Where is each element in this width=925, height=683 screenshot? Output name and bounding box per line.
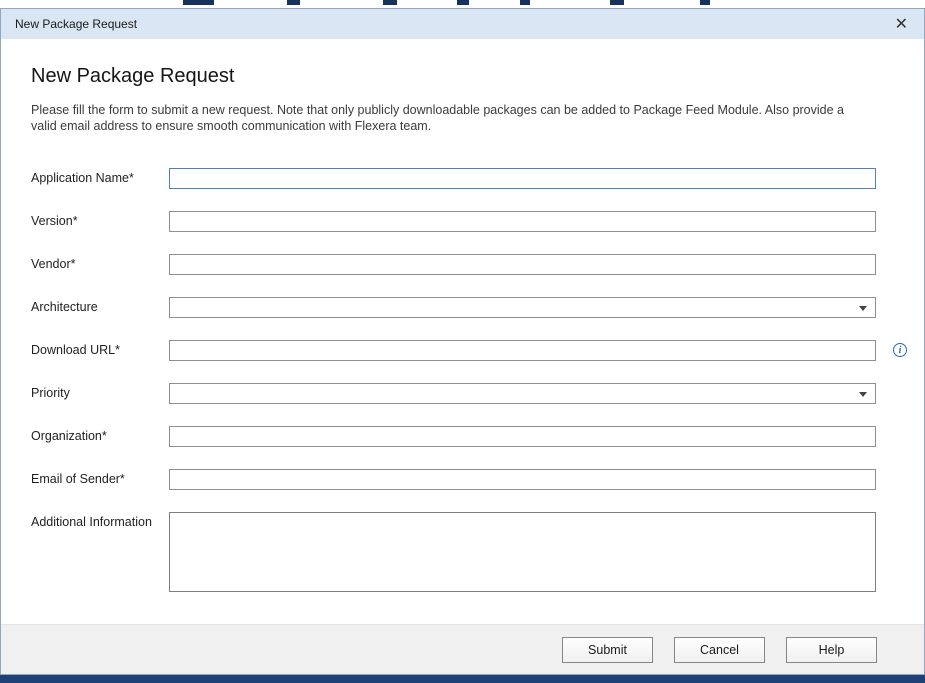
form-row-organization: Organization* <box>31 426 876 447</box>
email-of-sender-input[interactable] <box>169 469 876 490</box>
version-label: Version* <box>31 211 169 232</box>
email-of-sender-label: Email of Sender* <box>31 469 169 490</box>
close-icon[interactable]: ✕ <box>889 14 914 34</box>
button-bar: Submit Cancel Help <box>1 624 924 674</box>
form-row-version: Version* <box>31 211 876 232</box>
download-url-label: Download URL* <box>31 340 169 361</box>
submit-button[interactable]: Submit <box>562 637 653 663</box>
titlebar[interactable]: New Package Request ✕ <box>1 9 924 39</box>
cancel-button[interactable]: Cancel <box>674 637 765 663</box>
background-artifact <box>383 0 397 5</box>
dialog-body: New Package Request Please fill the form… <box>1 39 924 624</box>
priority-label: Priority <box>31 383 169 404</box>
form-row-additional-information: Additional Information <box>31 512 876 592</box>
form-row-email-of-sender: Email of Sender* <box>31 469 876 490</box>
application-name-input[interactable] <box>169 168 876 189</box>
form-row-download-url: Download URL* i <box>31 340 876 361</box>
page-title: New Package Request <box>31 65 876 88</box>
additional-information-label: Additional Information <box>31 512 169 592</box>
architecture-label: Architecture <box>31 297 169 318</box>
form-description: Please fill the form to submit a new req… <box>31 102 873 134</box>
form-row-architecture: Architecture <box>31 297 876 318</box>
info-icon[interactable]: i <box>893 343 907 357</box>
background-artifact <box>183 0 214 5</box>
background-artifact <box>287 0 300 5</box>
chevron-down-icon <box>859 392 867 397</box>
window-title: New Package Request <box>15 17 137 31</box>
organization-input[interactable] <box>169 426 876 447</box>
organization-label: Organization* <box>31 426 169 447</box>
application-name-label: Application Name* <box>31 168 169 189</box>
additional-information-textarea[interactable] <box>169 512 876 592</box>
screen: { "window": { "title": "New Package Requ… <box>0 0 925 683</box>
vendor-label: Vendor* <box>31 254 169 275</box>
background-artifact <box>610 0 624 5</box>
background-window-top-edge <box>0 0 925 8</box>
form-row-priority: Priority <box>31 383 876 404</box>
vendor-input[interactable] <box>169 254 876 275</box>
priority-select[interactable] <box>169 383 876 404</box>
help-button[interactable]: Help <box>786 637 877 663</box>
new-package-request-dialog: New Package Request ✕ New Package Reques… <box>0 8 925 675</box>
architecture-select[interactable] <box>169 297 876 318</box>
download-url-input[interactable] <box>169 340 876 361</box>
form-row-application-name: Application Name* <box>31 168 876 189</box>
request-form: Application Name* Version* Vendor* Archi… <box>31 168 876 592</box>
background-window-bottom-edge <box>0 675 925 683</box>
background-artifact <box>700 0 710 5</box>
background-artifact <box>520 0 530 5</box>
chevron-down-icon <box>859 306 867 311</box>
background-artifact <box>457 0 469 5</box>
version-input[interactable] <box>169 211 876 232</box>
form-row-vendor: Vendor* <box>31 254 876 275</box>
